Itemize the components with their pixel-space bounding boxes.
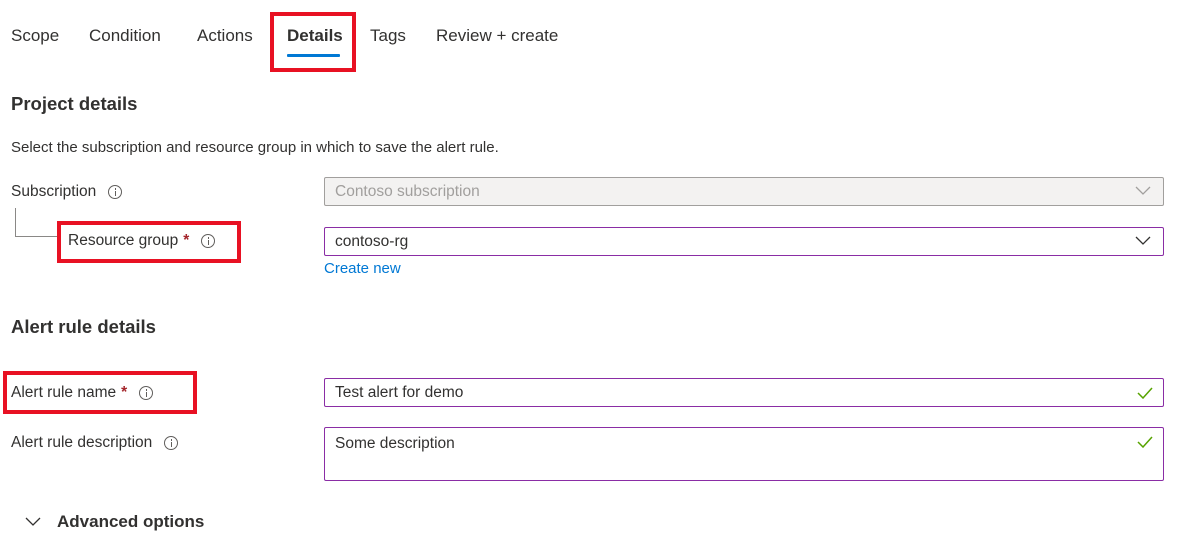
info-icon[interactable] — [108, 185, 123, 199]
tab-scope[interactable]: Scope — [11, 26, 59, 46]
project-details-heading: Project details — [11, 93, 138, 114]
tree-connector-vertical — [15, 208, 16, 237]
tab-review-create[interactable]: Review + create — [436, 26, 558, 46]
subscription-dropdown[interactable]: Contoso subscription — [324, 177, 1164, 206]
tab-actions[interactable]: Actions — [197, 26, 253, 46]
checkmark-icon — [1137, 436, 1153, 448]
chevron-down-icon — [1135, 186, 1151, 195]
alert-rule-description-textarea[interactable]: Some description — [324, 427, 1164, 481]
project-details-description: Select the subscription and resource gro… — [11, 139, 499, 156]
tab-tags[interactable]: Tags — [370, 26, 406, 46]
highlight-box-alert-rule-name — [3, 371, 197, 414]
subscription-label: Subscription — [11, 183, 123, 201]
tree-connector-horizontal — [15, 236, 57, 237]
highlight-box-resource-group — [57, 221, 241, 263]
alert-rule-name-input[interactable]: Test alert for demo — [324, 378, 1164, 407]
alert-rule-description-label-text: Alert rule description — [11, 434, 153, 451]
resource-group-value: contoso-rg — [335, 232, 409, 250]
tab-condition[interactable]: Condition — [89, 26, 161, 46]
checkmark-icon — [1137, 387, 1153, 399]
alert-rule-name-value: Test alert for demo — [335, 383, 464, 401]
advanced-options-toggle[interactable]: Advanced options — [25, 512, 204, 532]
subscription-value: Contoso subscription — [335, 182, 480, 200]
alert-rule-details-heading: Alert rule details — [11, 316, 156, 337]
alert-rule-description-label: Alert rule description — [11, 434, 179, 452]
chevron-down-icon — [25, 517, 41, 526]
advanced-options-label: Advanced options — [57, 512, 205, 531]
chevron-down-icon — [1135, 236, 1151, 245]
subscription-label-text: Subscription — [11, 183, 97, 200]
resource-group-dropdown[interactable]: contoso-rg — [324, 227, 1164, 256]
info-icon[interactable] — [164, 436, 179, 450]
alert-rule-description-value: Some description — [335, 435, 455, 452]
highlight-box-details-tab — [270, 12, 356, 72]
create-new-link[interactable]: Create new — [324, 260, 401, 277]
